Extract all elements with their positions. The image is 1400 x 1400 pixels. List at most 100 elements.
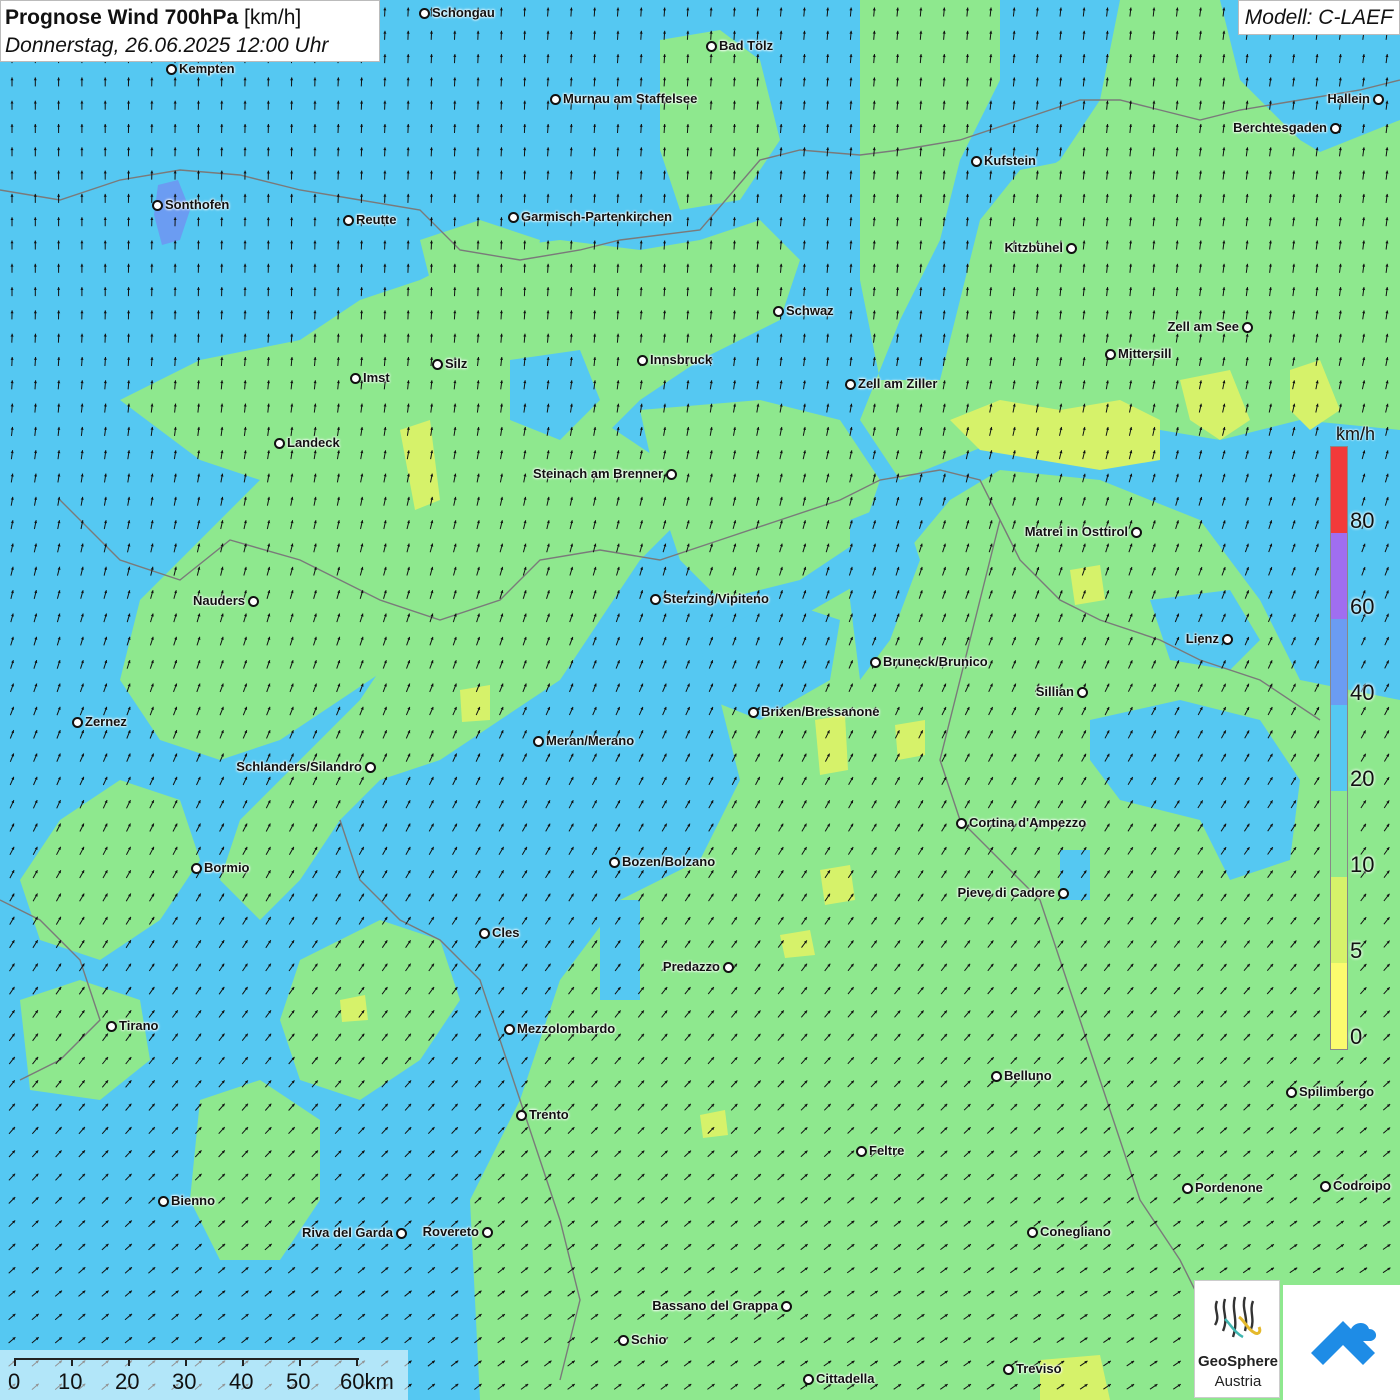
wind-arrow bbox=[707, 1150, 715, 1158]
wind-arrow bbox=[334, 1290, 343, 1297]
wind-arrow bbox=[1033, 1150, 1041, 1158]
wind-arrow bbox=[1082, 263, 1086, 273]
wind-arrow bbox=[686, 450, 690, 460]
wind-arrow bbox=[149, 776, 155, 786]
wind-arrow bbox=[241, 986, 249, 995]
wind-arrow bbox=[1104, 730, 1110, 739]
wind-arrow bbox=[591, 1010, 598, 1018]
wind-arrow bbox=[381, 1150, 389, 1158]
wind-arrow bbox=[1105, 590, 1110, 599]
wind-arrow bbox=[336, 147, 340, 157]
wind-arrow bbox=[872, 54, 876, 64]
wind-arrow bbox=[1059, 7, 1063, 17]
wind-arrow bbox=[313, 310, 317, 320]
wind-arrow bbox=[9, 963, 15, 972]
wind-arrow bbox=[32, 963, 39, 972]
wind-arrow bbox=[1056, 1150, 1065, 1158]
wind-arrow bbox=[1220, 1033, 1228, 1041]
wind-arrow bbox=[756, 287, 760, 297]
wind-arrow bbox=[360, 123, 364, 134]
city-label: Berchtesgaden bbox=[1233, 120, 1327, 135]
wind-arrow bbox=[661, 893, 668, 902]
wind-arrow bbox=[1173, 1010, 1181, 1018]
wind-arrow bbox=[569, 7, 573, 17]
wind-arrow bbox=[1243, 1197, 1251, 1204]
wind-arrow bbox=[1010, 1197, 1018, 1204]
wind-arrow bbox=[1382, 1197, 1391, 1204]
wind-arrow bbox=[265, 939, 272, 949]
wind-arrow bbox=[848, 660, 854, 669]
wind-arrow bbox=[312, 916, 318, 925]
wind-arrow bbox=[917, 916, 924, 925]
wind-arrow bbox=[569, 660, 574, 669]
wind-arrow bbox=[896, 54, 900, 64]
wind-arrow bbox=[802, 590, 807, 599]
wind-arrow bbox=[452, 753, 458, 762]
wind-arrow bbox=[313, 217, 317, 227]
wind-arrow bbox=[1175, 403, 1179, 413]
wind-arrow bbox=[429, 636, 434, 646]
wind-arrow bbox=[78, 1103, 86, 1111]
wind-arrow bbox=[1197, 916, 1204, 925]
wind-arrow bbox=[1221, 660, 1226, 669]
wind-arrow bbox=[313, 496, 317, 506]
wind-arrow bbox=[730, 1383, 739, 1390]
scale-label-60km: 60km bbox=[340, 1369, 394, 1394]
wind-arrow bbox=[847, 893, 854, 902]
wind-arrow bbox=[779, 77, 783, 87]
wind-arrow bbox=[940, 1337, 948, 1344]
wind-arrow bbox=[194, 1220, 203, 1228]
wind-arrow bbox=[709, 450, 713, 460]
wind-arrow bbox=[1080, 1010, 1088, 1018]
wind-arrow bbox=[801, 916, 808, 925]
wind-arrow bbox=[779, 566, 783, 576]
wind-arrow bbox=[195, 916, 202, 925]
wind-arrow bbox=[497, 1103, 505, 1111]
scale-tick bbox=[71, 1358, 73, 1366]
weather-app-logo[interactable] bbox=[1283, 1285, 1400, 1400]
wind-arrow bbox=[520, 1267, 529, 1274]
wind-arrow bbox=[756, 450, 760, 460]
wind-arrow bbox=[288, 1103, 295, 1111]
geosphere-logo[interactable]: GeoSphere Austria bbox=[1194, 1280, 1280, 1398]
wind-arrow bbox=[1220, 963, 1227, 972]
wind-arrow bbox=[289, 729, 294, 739]
wind-arrow bbox=[405, 916, 412, 925]
city-marker bbox=[1077, 687, 1088, 698]
wind-arrow bbox=[708, 660, 714, 669]
wind-arrow bbox=[1315, 193, 1319, 203]
wind-arrow bbox=[1315, 54, 1319, 64]
wind-arrow bbox=[639, 7, 643, 17]
wind-arrow bbox=[1338, 193, 1342, 203]
wind-arrow bbox=[57, 217, 61, 227]
wind-arrow bbox=[616, 333, 620, 343]
wind-arrow bbox=[756, 333, 760, 343]
wind-arrow bbox=[336, 333, 340, 343]
wind-arrow bbox=[1312, 1220, 1321, 1227]
wind-arrow bbox=[849, 123, 853, 134]
wind-arrow bbox=[637, 1103, 645, 1111]
wind-arrow bbox=[801, 800, 807, 809]
wind-arrow bbox=[662, 706, 667, 716]
wind-arrow bbox=[195, 1033, 202, 1042]
wind-arrow bbox=[335, 776, 341, 786]
wind-arrow bbox=[709, 543, 713, 553]
wind-arrow bbox=[498, 1056, 505, 1065]
wind-arrow bbox=[568, 1010, 575, 1018]
wind-arrow bbox=[871, 916, 878, 925]
wind-arrow bbox=[311, 1266, 319, 1274]
wind-arrow bbox=[1035, 566, 1040, 576]
wind-arrow bbox=[1009, 1243, 1018, 1250]
wind-arrow bbox=[895, 590, 900, 599]
wind-arrow bbox=[916, 1290, 925, 1297]
wind-arrow bbox=[637, 1243, 645, 1251]
wind-arrow bbox=[1129, 170, 1133, 180]
wind-arrow bbox=[800, 1267, 809, 1274]
wind-arrow bbox=[1152, 240, 1156, 250]
legend-unit: km/h bbox=[1336, 424, 1376, 444]
wind-arrow bbox=[989, 217, 993, 227]
wind-arrow bbox=[1128, 590, 1133, 599]
wind-arrow bbox=[989, 333, 993, 343]
wind-arrow bbox=[127, 193, 131, 203]
wind-arrow bbox=[660, 1173, 669, 1181]
